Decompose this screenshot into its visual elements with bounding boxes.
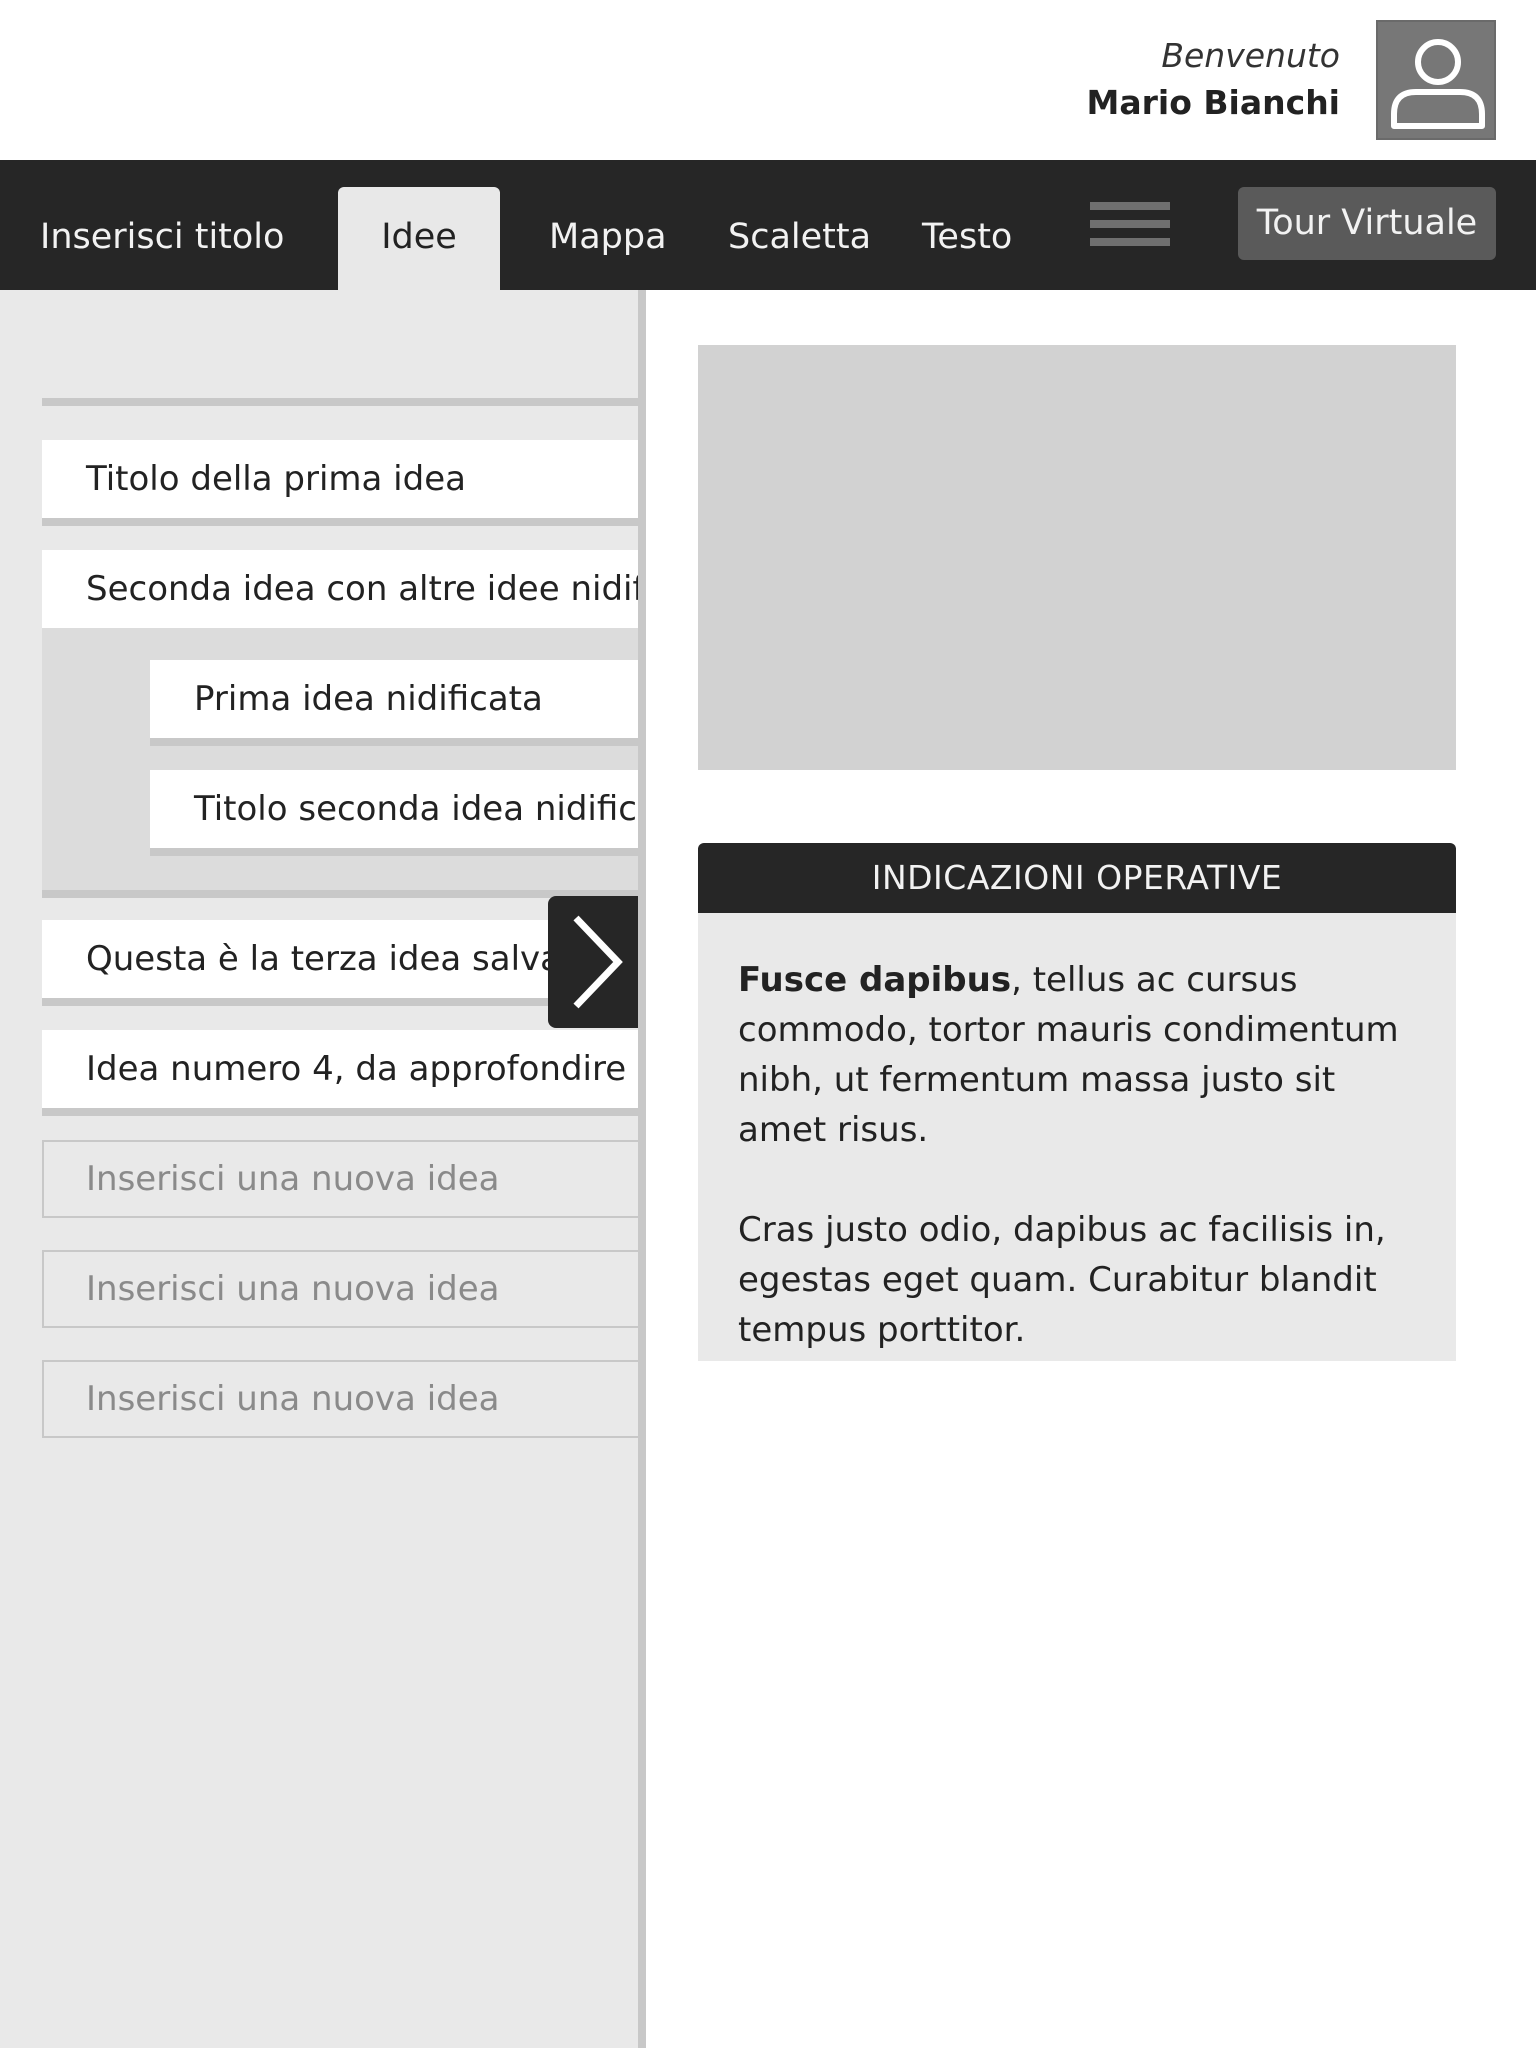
info-box-body: Fusce dapibus, tellus ac cursus commodo,… (698, 913, 1456, 1361)
ideas-panel: Titolo della prima idea Seconda idea con… (0, 290, 638, 2048)
expand-button[interactable] (548, 896, 638, 1028)
panel-divider[interactable] (638, 290, 646, 2048)
nested-ideas-group: Prima idea nidificata Titolo seconda ide… (42, 628, 638, 898)
avatar[interactable] (1376, 20, 1496, 140)
idea-item[interactable]: Seconda idea con altre idee nidificate (42, 550, 638, 636)
info-box-title: INDICAZIONI OPERATIVE (698, 843, 1456, 913)
image-placeholder (698, 345, 1456, 770)
tab-mappa[interactable]: Mappa (549, 212, 667, 262)
info-bold-text: Fusce dapibus (738, 960, 1012, 1000)
info-paragraph: Fusce dapibus, tellus ac cursus commodo,… (738, 955, 1416, 1155)
nested-idea-item[interactable]: Prima idea nidificata (150, 660, 638, 746)
hamburger-icon[interactable] (1090, 202, 1170, 250)
new-idea-input[interactable]: Inserisci una nuova idea (42, 1360, 638, 1438)
idea-item[interactable]: Titolo della prima idea (42, 440, 638, 526)
tab-testo[interactable]: Testo (922, 212, 1012, 262)
idea-item[interactable]: Idea numero 4, da approfondire (42, 1030, 638, 1116)
new-idea-input[interactable]: Inserisci una nuova idea (42, 1140, 638, 1218)
tab-scaletta[interactable]: Scaletta (728, 212, 871, 262)
list-divider (42, 398, 638, 406)
tour-virtuale-button[interactable]: Tour Virtuale (1238, 187, 1496, 260)
info-paragraph: Cras justo odio, dapibus ac facilisis in… (738, 1210, 1386, 1350)
nested-idea-item[interactable]: Titolo seconda idea nidificata (150, 770, 638, 856)
tab-idee[interactable]: Idee (338, 187, 500, 290)
new-idea-input[interactable]: Inserisci una nuova idea (42, 1250, 638, 1328)
user-icon (1391, 39, 1485, 129)
user-name: Mario Bianchi (1086, 83, 1340, 122)
main-navbar: Inserisci titolo Idee Mappa Scaletta Tes… (0, 160, 1536, 290)
chevron-right-icon (573, 915, 623, 1009)
document-title[interactable]: Inserisci titolo (40, 212, 284, 262)
app-header: Benvenuto Mario Bianchi (0, 0, 1536, 160)
welcome-label: Benvenuto (1161, 36, 1340, 75)
user-greeting: Benvenuto Mario Bianchi (1087, 32, 1340, 126)
